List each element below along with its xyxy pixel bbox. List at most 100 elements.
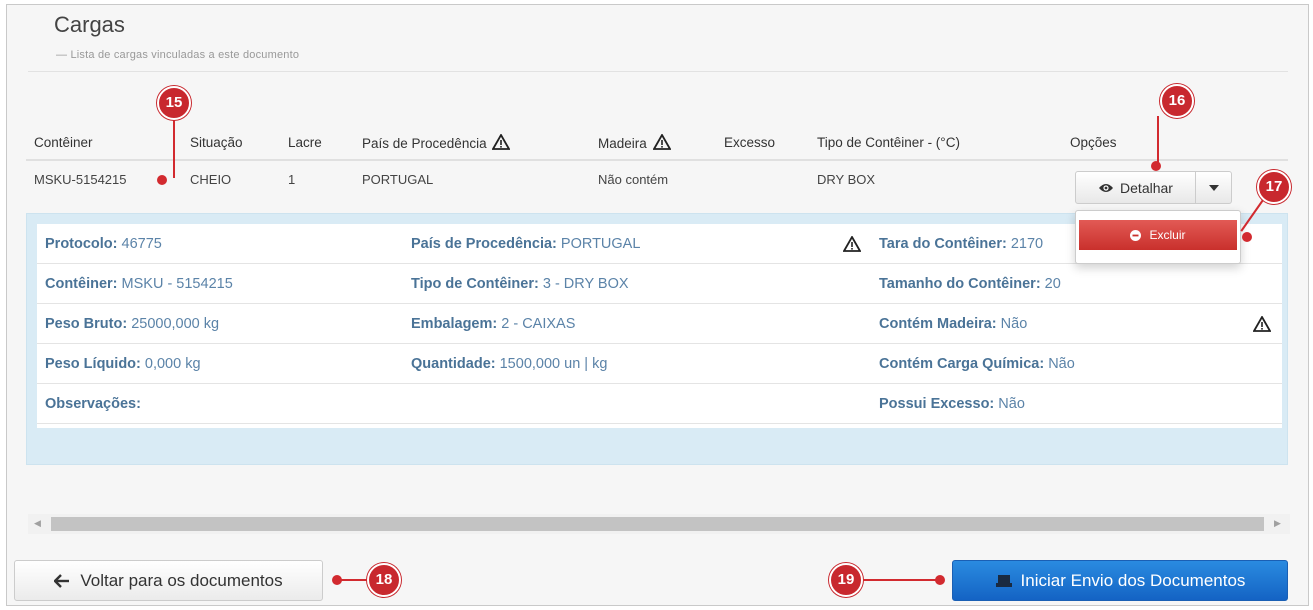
detalhar-label: Detalhar (1120, 179, 1173, 196)
cell-excesso (716, 160, 809, 198)
detail-tara: Tara do Contêiner: 2170 (879, 224, 1043, 264)
table-header-row: Contêiner Situação Lacre País de Procedê… (26, 126, 1288, 161)
header-madeira[interactable]: Madeira (590, 126, 716, 161)
caret-down-icon (1208, 184, 1219, 191)
header-tipo[interactable]: Tipo de Contêiner - (°C) (809, 126, 1062, 161)
detail-label: Contém Carga Química: (879, 356, 1045, 372)
detail-observacoes: Observações: (45, 384, 141, 424)
header-situacao[interactable]: Situação (182, 126, 280, 161)
callout-connector (1157, 116, 1159, 164)
detail-label: Protocolo: (45, 236, 118, 252)
header-container[interactable]: Contêiner (26, 126, 182, 161)
detail-label: Tipo de Contêiner: (411, 276, 539, 292)
scroll-left-arrow-icon[interactable]: ◀ (34, 518, 41, 529)
warning-triangle-icon (843, 236, 861, 252)
detail-quantidade: Quantidade: 1500,000 un | kg (411, 344, 607, 384)
eye-icon (1099, 183, 1114, 192)
detail-label: Tamanho do Contêiner: (879, 276, 1041, 292)
warning-triangle-icon (1253, 316, 1271, 332)
callout-connector (860, 579, 940, 581)
detail-row: Observações: Possui Excesso: Não (37, 384, 1282, 424)
detail-protocolo: Protocolo: 46775 (45, 224, 162, 264)
detail-embalagem: Embalagem: 2 - CAIXAS (411, 304, 575, 344)
detail-row: Contêiner: MSKU - 5154215 Tipo de Contêi… (37, 264, 1282, 304)
back-label: Voltar para os documentos (80, 570, 283, 590)
detalhar-button[interactable]: Detalhar (1075, 171, 1196, 204)
detail-value: Não (996, 316, 1028, 332)
title-divider (28, 71, 1288, 72)
detail-label: Peso Líquido: (45, 356, 141, 372)
header-lacre[interactable]: Lacre (280, 126, 354, 161)
arrow-left-icon (54, 573, 70, 588)
minus-circle-icon (1130, 229, 1142, 241)
detail-label: Quantidade: (411, 356, 496, 372)
detail-madeira: Contém Madeira: Não (879, 304, 1027, 344)
excluir-button[interactable]: Excluir (1079, 220, 1237, 250)
detail-label: Contêiner: (45, 276, 118, 292)
excluir-label: Excluir (1149, 228, 1186, 242)
callout-dot (157, 175, 167, 185)
detail-label: País de Procedência: (411, 236, 557, 252)
callout-dot (1242, 232, 1252, 242)
detail-peso-bruto: Peso Bruto: 25000,000 kg (45, 304, 219, 344)
detail-tamanho: Tamanho do Contêiner: 20 (879, 264, 1061, 304)
callout-badge-17: 17 (1257, 170, 1291, 204)
detail-value: 3 - DRY BOX (538, 276, 629, 292)
header-pais[interactable]: País de Procedência (354, 126, 590, 161)
detail-value: 25000,000 kg (127, 316, 220, 332)
detail-label: Observações: (45, 396, 141, 412)
callout-dot (1151, 161, 1161, 171)
cell-madeira: Não contém (598, 172, 669, 187)
callout-badge-15: 15 (157, 86, 191, 120)
detail-value: 46775 (117, 236, 162, 252)
callout-connector (337, 579, 371, 581)
detail-excesso: Possui Excesso: Não (879, 384, 1025, 424)
detail-container: Contêiner: MSKU - 5154215 (45, 264, 233, 304)
warning-triangle-icon (492, 134, 511, 150)
options-dropdown-menu: Excluir (1075, 210, 1241, 264)
callout-dot (332, 575, 342, 585)
detail-label: Tara do Contêiner: (879, 236, 1007, 252)
horizontal-scrollbar[interactable]: ◀ ▶ (28, 514, 1290, 534)
detail-value: 2170 (1006, 236, 1044, 252)
scrollbar-thumb[interactable] (51, 517, 1264, 531)
cell-lacre: 1 (288, 172, 296, 187)
detail-label: Possui Excesso: (879, 396, 995, 412)
scroll-right-arrow-icon[interactable]: ▶ (1274, 518, 1281, 529)
header-opcoes: Opções (1062, 126, 1288, 161)
detail-carga-quimica: Contém Carga Química: Não (879, 344, 1075, 384)
warning-triangle-icon (652, 134, 671, 150)
header-excesso[interactable]: Excesso (716, 126, 809, 161)
send-label: Iniciar Envio dos Documentos (1020, 570, 1246, 590)
page-title: Cargas (54, 12, 125, 37)
detail-value: 0,000 kg (140, 356, 201, 372)
header-pais-label: País de Procedência (362, 136, 487, 151)
callout-connector (173, 118, 175, 178)
detail-row: Peso Bruto: 25000,000 kg Embalagem: 2 - … (37, 304, 1282, 344)
cell-situacao: CHEIO (190, 172, 232, 187)
callout-badge-19: 19 (829, 563, 863, 597)
detail-tipo: Tipo de Contêiner: 3 - DRY BOX (411, 264, 629, 304)
detail-label: Peso Bruto: (45, 316, 128, 332)
send-icon (995, 574, 1012, 587)
detail-peso-liquido: Peso Líquido: 0,000 kg (45, 344, 201, 384)
start-sending-button[interactable]: Iniciar Envio dos Documentos (952, 560, 1288, 601)
detail-value: Não (994, 396, 1025, 412)
cell-pais: PORTUGAL (362, 172, 434, 187)
detail-label: Embalagem: (411, 316, 498, 332)
page-subtitle: — Lista de cargas vinculadas a este docu… (56, 49, 300, 61)
options-dropdown-toggle[interactable] (1196, 171, 1232, 204)
detail-value: 1500,000 un | kg (495, 356, 608, 372)
callout-badge-16: 16 (1160, 84, 1194, 118)
detail-label: Contém Madeira: (879, 316, 997, 332)
options-button-group: Detalhar (1075, 171, 1232, 204)
back-to-documents-button[interactable]: Voltar para os documentos (14, 560, 323, 601)
detail-value: PORTUGAL (556, 236, 641, 252)
detail-value: 2 - CAIXAS (497, 316, 576, 332)
detail-value: MSKU - 5154215 (117, 276, 233, 292)
detail-pais: País de Procedência: PORTUGAL (411, 224, 640, 264)
detail-row: Peso Líquido: 0,000 kg Quantidade: 1500,… (37, 344, 1282, 384)
callout-badge-18: 18 (367, 563, 401, 597)
detail-value: Não (1044, 356, 1075, 372)
callout-dot (935, 575, 945, 585)
